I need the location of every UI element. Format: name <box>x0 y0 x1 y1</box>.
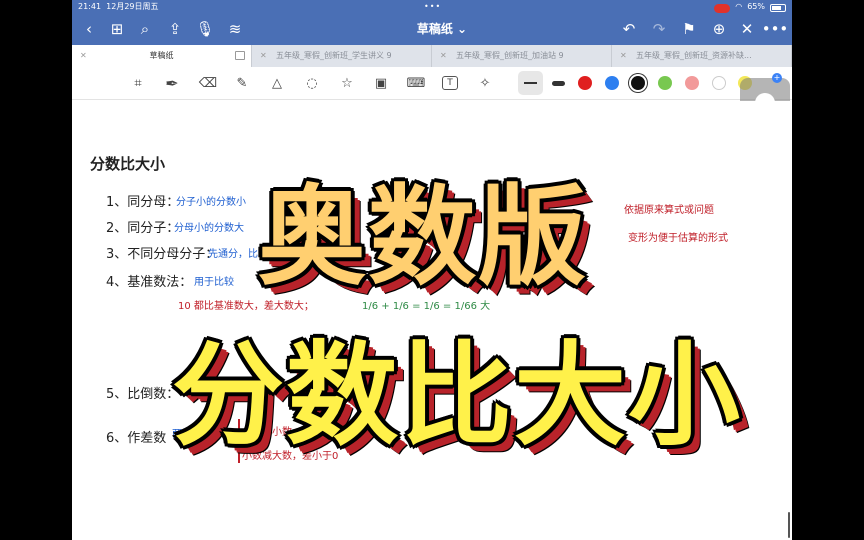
color-white[interactable] <box>712 76 726 90</box>
close-icon[interactable]: ✕ <box>736 18 758 40</box>
more-icon[interactable]: ••• <box>762 18 789 40</box>
note-item-4: 4、基准数法： <box>106 275 193 290</box>
tab-student-handout[interactable]: ✕ 五年级_寒假_创新班_学生讲义 9 <box>252 45 432 67</box>
eraser-icon[interactable]: ⌫ <box>198 73 218 93</box>
lasso-select-icon[interactable]: ◌ <box>302 73 322 93</box>
status-time: 21:41 <box>78 2 102 11</box>
tab-label: 五年级_寒假_创新班_学生讲义 9 <box>276 51 392 60</box>
stroke-thin-button[interactable] <box>518 71 543 95</box>
text-icon[interactable]: T <box>442 76 458 90</box>
add-color-icon[interactable]: + <box>772 73 782 83</box>
bookmark-icon[interactable]: ⚑ <box>678 18 700 40</box>
microphone-icon[interactable]: 🎙 <box>194 18 216 40</box>
redo-icon[interactable]: ↷ <box>648 18 670 40</box>
color-green[interactable] <box>658 76 672 90</box>
nav-bar: ‹ ⊞ ⌕ ⇪ 🎙 ≋ 草稿纸 ⌄ ↶ ↷ ⚑ ⊕ ✕ ••• <box>72 13 792 45</box>
drawing-toolbar: ⌗ ✒ ⌫ ✎ △ ◌ ☆ ▣ ⌨ T ✧ <box>72 67 792 100</box>
add-page-icon[interactable]: ⊕ <box>708 18 730 40</box>
note-heading: 分数比大小 <box>90 155 166 173</box>
battery-percent: 65% <box>747 2 765 11</box>
note-item-3: 3、不同分母分子： <box>106 247 219 262</box>
share-icon[interactable]: ⇪ <box>164 18 186 40</box>
split-view-icon[interactable] <box>235 51 245 60</box>
lasso-icon[interactable]: ⌗ <box>128 73 148 93</box>
tab-close-icon[interactable]: ✕ <box>80 45 87 67</box>
document-title[interactable]: 草稿纸 ⌄ <box>392 13 492 45</box>
note-item-5: 5、比倒数： <box>106 387 180 402</box>
tab-close-icon[interactable]: ✕ <box>260 45 267 67</box>
note-item-1: 1、同分母： <box>106 195 180 210</box>
keyboard-icon[interactable]: ⌨ <box>406 73 426 93</box>
grid-icon[interactable]: ⊞ <box>106 18 128 40</box>
laser-icon[interactable]: ✧ <box>475 73 495 93</box>
multitask-dots[interactable]: ••• <box>424 0 441 13</box>
note-right-1: 依据原来算式或问题 <box>624 205 714 216</box>
recording-icon <box>714 4 731 13</box>
overlay-title-top: 奥数版 <box>258 175 589 300</box>
color-blue[interactable] <box>605 76 619 90</box>
status-date: 12月29日周五 <box>106 2 159 11</box>
image-icon[interactable]: ▣ <box>371 73 391 93</box>
pen-icon[interactable]: ✒ <box>162 73 182 93</box>
color-pink[interactable] <box>685 76 699 90</box>
status-right: ◠ 65% <box>714 0 786 13</box>
status-time-date: 21:41 12月29日周五 <box>78 0 159 13</box>
color-black[interactable] <box>631 76 645 90</box>
scrollbar-thumb[interactable] <box>788 512 790 538</box>
highlighter-icon[interactable]: ✎ <box>232 73 252 93</box>
tab-practice[interactable]: ✕ 五年级_寒假_创新班_加油站 9 <box>432 45 612 67</box>
note-item-2-detail: 分母小的分数大 <box>174 223 244 234</box>
tab-close-icon[interactable]: ✕ <box>620 45 627 67</box>
tab-label: 草稿纸 <box>149 51 174 60</box>
color-red[interactable] <box>578 76 592 90</box>
overlay-title-bottom: 分数比大小 <box>172 331 742 461</box>
tab-resources[interactable]: ✕ 五年级_寒假_创新班_资源补缺... <box>612 45 792 67</box>
tab-scratch[interactable]: ✕ 草稿纸 <box>72 45 252 67</box>
undo-icon[interactable]: ↶ <box>618 18 640 40</box>
note-item-6: 6、作差数 <box>106 431 167 446</box>
tab-bar: ✕ 草稿纸 ✕ 五年级_寒假_创新班_学生讲义 9 ✕ 五年级_寒假_创新班_加… <box>72 45 792 67</box>
search-icon[interactable]: ⌕ <box>134 18 156 40</box>
shapes-icon[interactable]: △ <box>267 73 287 93</box>
tab-label: 五年级_寒假_创新班_资源补缺... <box>636 51 752 60</box>
wifi-icon: ◠ <box>735 2 743 11</box>
note-item-4-detail: 用于比较 <box>194 277 234 288</box>
tab-close-icon[interactable]: ✕ <box>440 45 447 67</box>
tab-label: 五年级_寒假_创新班_加油站 9 <box>456 51 564 60</box>
chevron-left-icon[interactable]: ‹ <box>78 18 100 40</box>
note-item-2: 2、同分子： <box>106 221 180 236</box>
note-item-1-detail: 分子小的分数小 <box>176 197 246 208</box>
battery-icon <box>770 3 786 12</box>
stroke-thick-button[interactable] <box>552 81 565 86</box>
note-right-2: 变形为便于估算的形式 <box>628 233 728 244</box>
audio-wave-icon[interactable]: ≋ <box>224 18 246 40</box>
status-bar: 21:41 12月29日周五 ••• ◠ 65% <box>72 0 792 13</box>
sticker-icon[interactable]: ☆ <box>337 73 357 93</box>
